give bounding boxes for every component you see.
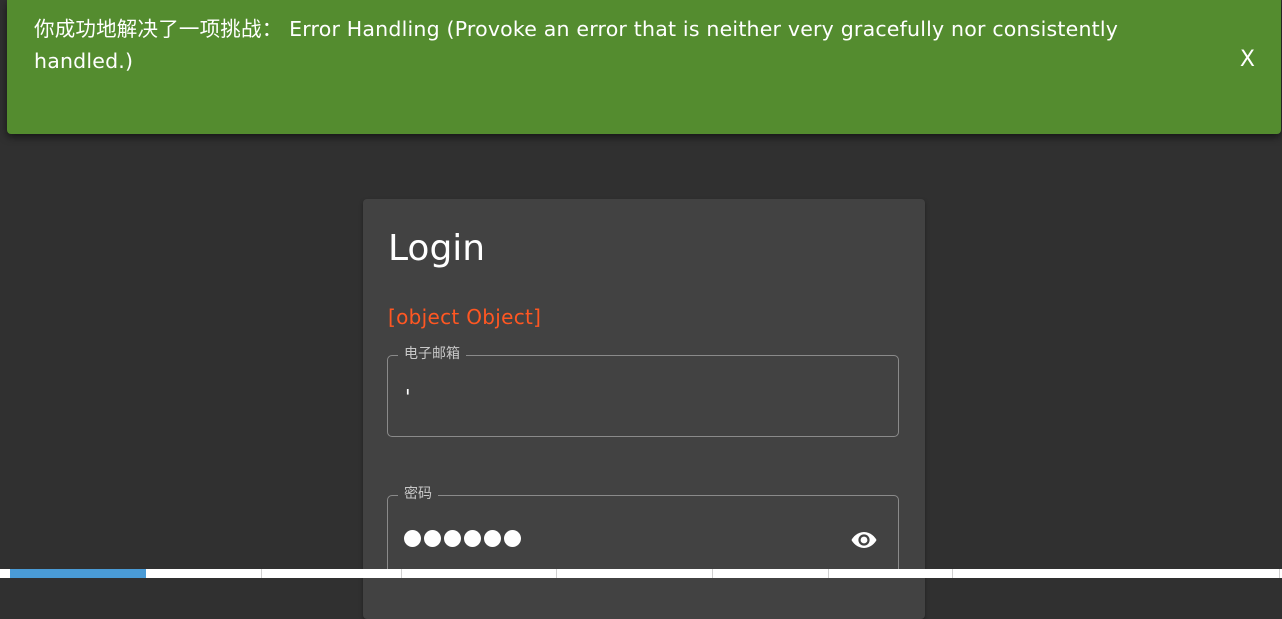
notification-message: 你成功地解决了一项挑战： Error Handling (Provoke an … [34,17,1119,73]
email-field-label: 电子邮箱 [398,345,466,363]
bottom-tab[interactable] [262,569,402,578]
bottom-tab[interactable] [953,569,1280,578]
bottom-tab[interactable] [10,569,146,578]
email-field[interactable]: 电子邮箱 ' [387,345,899,437]
password-mask-dot [464,530,481,547]
password-field-label: 密码 [398,485,438,503]
password-input-value[interactable] [404,530,521,547]
password-mask-dot [444,530,461,547]
close-notification-button[interactable]: X [1240,46,1255,74]
password-mask-dot [484,530,501,547]
bottom-tab[interactable] [146,569,262,578]
password-field[interactable]: 密码 [387,485,899,577]
email-input-value[interactable]: ' [405,384,411,410]
password-mask-dot [424,530,441,547]
eye-icon[interactable] [850,528,878,552]
bottom-tab[interactable] [557,569,713,578]
password-mask-dot [404,530,421,547]
password-mask-dot [504,530,521,547]
bottom-tab-strip [0,569,1282,578]
login-card: Login [object Object] 电子邮箱 ' 密码 [363,199,925,619]
challenge-solved-notification: 你成功地解决了一项挑战： Error Handling (Provoke an … [7,0,1281,134]
bottom-tab[interactable] [713,569,829,578]
login-error-message: [object Object] [388,305,542,329]
bottom-tab[interactable] [402,569,557,578]
page-title: Login [388,228,486,269]
bottom-tab[interactable] [829,569,953,578]
